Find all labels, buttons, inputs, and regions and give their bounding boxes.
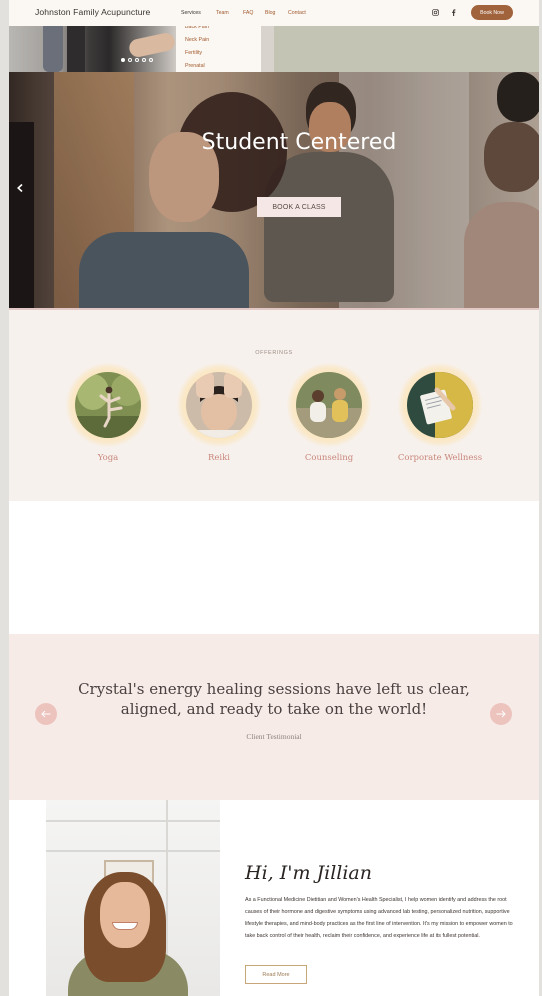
slider-dot[interactable] <box>142 58 146 62</box>
nav-team[interactable]: Team <box>216 10 229 16</box>
arrow-left-icon[interactable] <box>35 703 57 725</box>
about-text: As a Functional Medicine Dietitian and W… <box>245 897 513 939</box>
testimonial-quote: Crystal's energy healing sessions have l… <box>78 680 470 718</box>
corporate-wellness-image[interactable] <box>407 372 473 438</box>
slider-dots <box>121 58 153 62</box>
dropdown-item-fertility[interactable]: Fertility <box>185 50 202 56</box>
yoga-image[interactable] <box>75 372 141 438</box>
page: Johnston Family Acupuncture Services Tea… <box>9 0 539 996</box>
brand-logo[interactable]: Johnston Family Acupuncture <box>35 7 150 17</box>
read-more-button[interactable]: Read More <box>245 965 307 984</box>
about-title: Hi, I'm Jillian <box>245 862 372 884</box>
offering-yoga[interactable]: Yoga <box>60 363 156 463</box>
slider-divider <box>261 26 274 72</box>
hero-banner: Student Centered BOOK A CLASS <box>9 72 539 310</box>
dropdown-item-prenatal[interactable]: Prenatal <box>185 63 205 69</box>
offering-name: Corporate Wellness <box>397 453 483 463</box>
offering-corporate-wellness[interactable]: Corporate Wellness <box>392 363 488 463</box>
services-dropdown: Back Pain Neck Pain Fertility Prenatal <box>176 21 261 72</box>
arrow-right-icon[interactable] <box>490 703 512 725</box>
book-a-class-button[interactable]: BOOK A CLASS <box>257 197 341 217</box>
offering-reiki[interactable]: Reiki <box>171 363 267 463</box>
offerings-section: OFFERINGS Yoga Reiki Counseling Corporat… <box>9 310 539 501</box>
book-now-button[interactable]: Book Now <box>471 5 513 20</box>
nav-faq[interactable]: FAQ <box>243 10 253 16</box>
facebook-icon[interactable] <box>449 8 458 17</box>
nav-services[interactable]: Services <box>181 10 201 16</box>
instagram-icon[interactable] <box>431 8 440 17</box>
offering-name: Counseling <box>304 453 354 463</box>
offerings-label: OFFERINGS <box>255 350 293 356</box>
testimonial-section: Crystal's energy healing sessions have l… <box>9 634 539 800</box>
site-header: Johnston Family Acupuncture Services Tea… <box>9 0 539 26</box>
about-section: Hi, I'm Jillian As a Functional Medicine… <box>9 800 539 996</box>
nav-contact[interactable]: Contact <box>288 10 306 16</box>
slider-dot[interactable] <box>121 58 125 62</box>
chevron-left-icon[interactable] <box>17 183 23 195</box>
dropdown-item-neck-pain[interactable]: Neck Pain <box>185 37 209 43</box>
jillian-photo <box>46 800 220 996</box>
offering-counseling[interactable]: Counseling <box>281 363 377 463</box>
spacer <box>9 501 539 634</box>
slider-panel <box>274 26 539 72</box>
slider-dot[interactable] <box>128 58 132 62</box>
nav-blog[interactable]: Blog <box>265 10 275 16</box>
slider-dot[interactable] <box>135 58 139 62</box>
hero-title: Student Centered <box>201 130 397 155</box>
slider-image <box>9 26 177 72</box>
testimonial-cite: Client Testimonial <box>246 732 302 741</box>
reiki-image[interactable] <box>186 372 252 438</box>
slider-dot[interactable] <box>149 58 153 62</box>
offering-name: Reiki <box>207 453 231 463</box>
counseling-image[interactable] <box>296 372 362 438</box>
offering-name: Yoga <box>97 453 119 463</box>
